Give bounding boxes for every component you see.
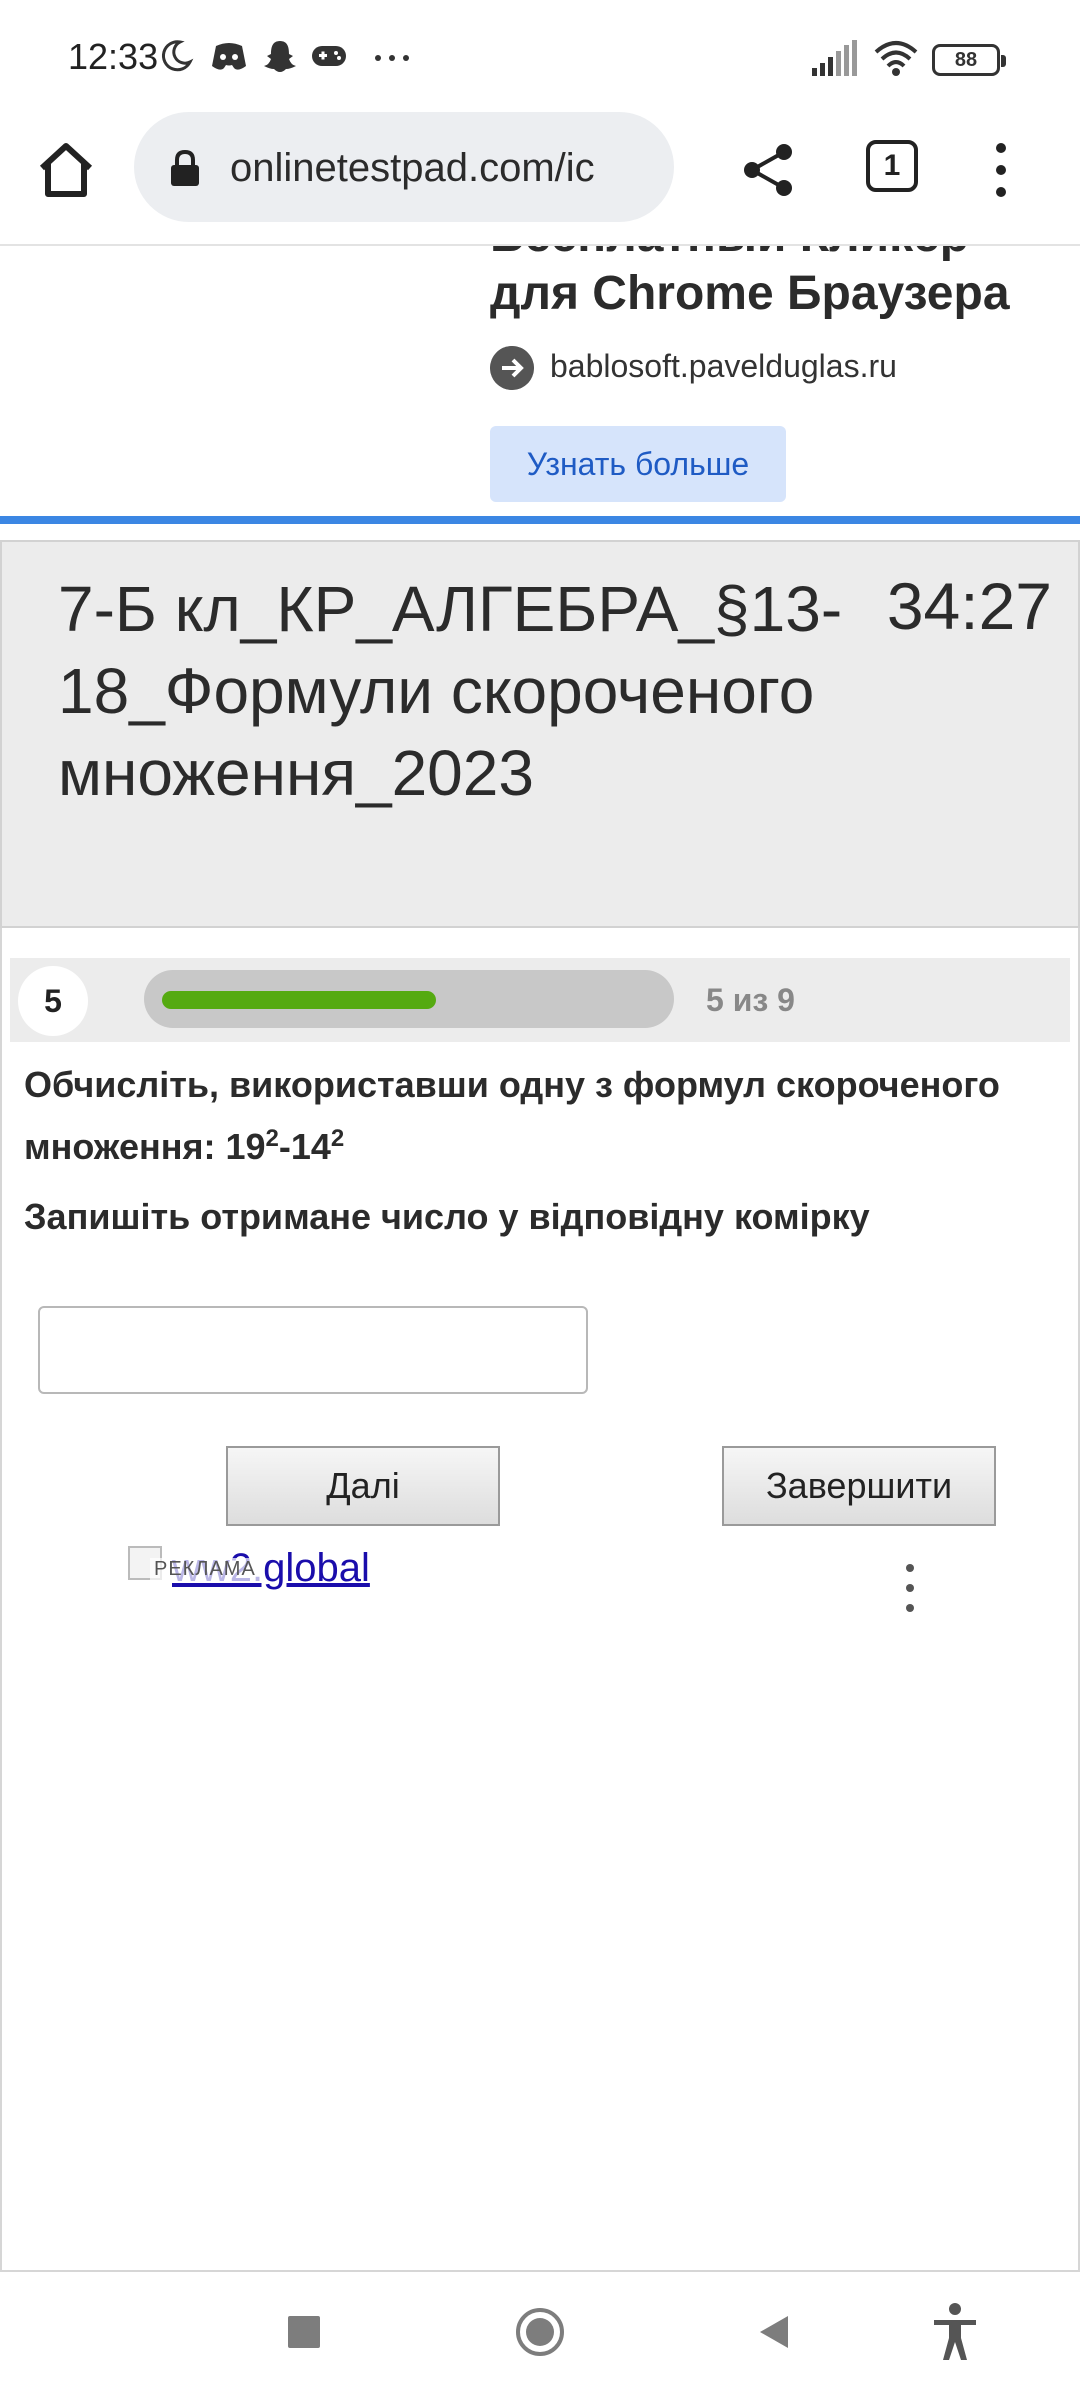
test-header: 7-Б кл_КР_АЛГЕБРА_§13-18_Формули скороче… xyxy=(0,540,1080,928)
question-instruction: Запишіть отримане число у відповідну ком… xyxy=(24,1196,870,1237)
top-ad-banner[interactable]: Бесплатный Кликер для Chrome Браузера ba… xyxy=(0,246,1080,522)
signal-icon xyxy=(812,40,857,76)
address-bar[interactable]: onlinetestpad.com/ic xyxy=(134,112,674,222)
ad-title-line-1: Бесплатный Кликер xyxy=(490,246,969,263)
progress-row: 5 5 из 9 xyxy=(10,958,1070,1042)
more-notifications-icon xyxy=(375,55,409,61)
next-button[interactable]: Далі xyxy=(226,1446,500,1526)
ad-divider xyxy=(0,516,1080,524)
accessibility-icon[interactable] xyxy=(930,2302,980,2362)
question-exponent-2: 2 xyxy=(330,1125,345,1152)
question-mid: -14 xyxy=(278,1126,331,1167)
ad-options-icon[interactable] xyxy=(902,1562,918,1614)
ad-label: РЕКЛАМА xyxy=(150,1558,260,1581)
recents-icon[interactable] xyxy=(284,2312,324,2352)
question-prefix: Обчисліть, використавши одну з формул ск… xyxy=(24,1064,1000,1167)
status-bar: 12:33 88 xyxy=(0,0,1080,110)
browser-toolbar: onlinetestpad.com/ic 1 xyxy=(0,110,1080,246)
countdown-timer: 34:27 xyxy=(886,569,1052,643)
discord-icon xyxy=(212,43,246,70)
moon-icon xyxy=(161,40,194,72)
battery-icon: 88 xyxy=(932,44,1006,76)
progress-bar xyxy=(144,970,674,1028)
wifi-icon xyxy=(874,41,918,76)
snapchat-icon xyxy=(264,41,296,72)
url-text: onlinetestpad.com/ic xyxy=(230,146,595,190)
arrow-right-icon xyxy=(490,346,534,390)
status-time: 12:33 xyxy=(68,36,159,77)
answer-input[interactable] xyxy=(38,1306,588,1394)
back-icon[interactable] xyxy=(754,2312,794,2352)
ad-domain[interactable]: bablosoft.pavelduglas.ru xyxy=(550,348,897,385)
home-nav-icon[interactable] xyxy=(514,2306,566,2358)
question-text: Обчисліть, використавши одну з формул ск… xyxy=(24,1058,1054,1174)
system-nav-bar xyxy=(0,2272,1080,2400)
gamepad-icon xyxy=(312,46,346,66)
question-exponent-1: 2 xyxy=(265,1125,279,1152)
test-title: 7-Б кл_КР_АЛГЕБРА_§13-18_Формули скороче… xyxy=(58,573,843,809)
home-icon[interactable] xyxy=(32,136,100,204)
lock-icon xyxy=(171,150,199,186)
progress-label: 5 из 9 xyxy=(706,982,795,1018)
ad-title-line-2: для Chrome Браузера xyxy=(490,267,1010,320)
tab-switcher-button[interactable]: 1 xyxy=(866,140,918,192)
overflow-menu-icon[interactable] xyxy=(986,138,1016,202)
question-number-badge: 5 xyxy=(18,966,88,1036)
finish-button[interactable]: Завершити xyxy=(722,1446,996,1526)
share-icon[interactable] xyxy=(738,140,798,200)
progress-bar-fill xyxy=(162,991,436,1009)
ad-learn-more-button[interactable]: Узнать больше xyxy=(490,426,786,502)
